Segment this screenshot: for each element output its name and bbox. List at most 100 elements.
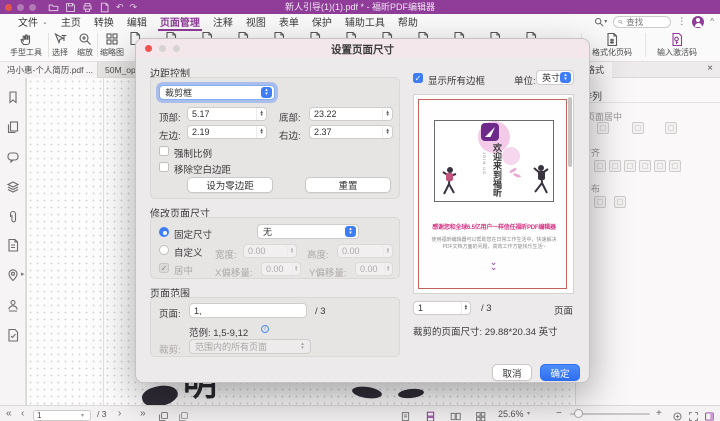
file-icon[interactable] <box>6 238 20 252</box>
align-bottom-button[interactable] <box>669 160 681 172</box>
cancel-button[interactable]: 取消 <box>492 364 532 381</box>
preview-page: JOIN US 欢迎来到福昕 <box>434 120 554 202</box>
range-group: 页面: / 3 范例: 1,5-9,12 i 裁剪: 范围内的所有页面 ▴▾ <box>150 297 400 357</box>
fullscreen-button[interactable] <box>688 409 699 421</box>
bottom-margin-label: 底部: <box>279 110 301 124</box>
close-icon[interactable]: × <box>707 63 713 74</box>
fixed-size-radio[interactable] <box>159 227 169 237</box>
zoom-slider-knob[interactable] <box>574 409 583 418</box>
panel-expand-arrow[interactable]: ▸ <box>21 270 25 278</box>
next-page-button[interactable]: › <box>118 406 121 421</box>
force-ratio-label: 强制比例 <box>174 146 212 160</box>
zoom-in-button[interactable]: + <box>656 406 662 421</box>
stepper-icon[interactable]: ▴▾ <box>256 126 266 138</box>
menu-home[interactable]: 主页 <box>61 14 81 29</box>
menu-file[interactable]: 文件 <box>18 14 38 29</box>
top-margin-field[interactable]: ▴▾ <box>187 107 267 121</box>
select-tool-button[interactable]: 选择 <box>46 32 74 58</box>
account-avatar[interactable] <box>692 16 704 28</box>
stepper-icon[interactable]: ▴▾ <box>382 108 392 120</box>
format-page-number-button[interactable]: 格式化页码 <box>585 32 639 58</box>
destinations-icon[interactable] <box>6 268 20 282</box>
width-field: ▴▾ <box>243 244 297 258</box>
stepper-icon[interactable]: ▴▾ <box>256 108 266 120</box>
center-both-button[interactable] <box>665 122 677 134</box>
force-ratio-checkbox[interactable] <box>159 146 169 156</box>
right-margin-field[interactable]: ▴▾ <box>309 125 393 139</box>
activation-code-button[interactable]: 输入激活码 <box>648 32 706 58</box>
grid-view-button[interactable] <box>475 409 486 421</box>
attachments-icon[interactable] <box>6 210 20 224</box>
bookmarks-icon[interactable] <box>6 90 20 104</box>
x-offset-field: ▴▾ <box>261 262 301 276</box>
center-horizontal-button[interactable] <box>597 122 609 134</box>
zoom-caret-icon[interactable]: ▾ <box>527 406 530 421</box>
zoom-level-label[interactable]: 25.6% <box>498 406 524 421</box>
last-page-button[interactable]: » <box>140 406 146 421</box>
unit-dropdown[interactable]: 英寸 ▴▾ <box>536 70 574 85</box>
show-borders-checkbox[interactable]: ✓ <box>413 73 423 83</box>
doc-tab-resume[interactable]: 冯小惠-个人简历.pdf ... <box>0 62 98 78</box>
validation-icon[interactable] <box>6 328 20 342</box>
distribute-vertical-button[interactable] <box>614 196 626 208</box>
search-input[interactable] <box>626 17 666 27</box>
layers-icon[interactable] <box>6 180 20 194</box>
bottom-margin-field[interactable]: ▴▾ <box>309 107 393 121</box>
align-right-button[interactable] <box>624 160 636 172</box>
search-mode-icon[interactable]: ▾ <box>594 17 607 27</box>
ok-button[interactable]: 确定 <box>540 364 580 381</box>
align-center-button[interactable] <box>609 160 621 172</box>
prev-page-button[interactable]: ‹ <box>21 406 24 421</box>
page-range-field[interactable] <box>189 303 307 318</box>
overflow-menu-icon[interactable]: ⋮ <box>677 16 686 27</box>
center-vertical-button[interactable] <box>632 122 644 134</box>
thumbnail-tool-button[interactable]: 缩略图 <box>97 32 127 58</box>
reset-button[interactable]: 重置 <box>305 177 391 193</box>
align-top-button[interactable] <box>639 160 651 172</box>
snapshot-icon[interactable] <box>158 409 169 421</box>
first-page-button[interactable]: « <box>6 406 12 421</box>
menu-convert[interactable]: 转换 <box>94 14 114 29</box>
facing-view-button[interactable] <box>450 409 461 421</box>
preview-scrollbar[interactable] <box>568 97 572 167</box>
clipboard-icon[interactable] <box>178 409 189 421</box>
comments-icon[interactable] <box>6 150 20 164</box>
menu-protect[interactable]: 保护 <box>312 14 332 29</box>
width-label: 宽度: <box>215 247 237 261</box>
collapse-ribbon-icon[interactable]: ^ <box>710 17 714 26</box>
menu-accessibility[interactable]: 辅助工具 <box>345 14 385 29</box>
panel-toggle-button[interactable] <box>704 409 715 421</box>
align-left-button[interactable] <box>594 160 606 172</box>
pages-icon[interactable] <box>6 120 20 134</box>
stepper-icon[interactable]: ▴▾ <box>461 302 470 314</box>
crop-box-outline[interactable]: JOIN US 欢迎来到福昕 感谢您和全球6.5亿用户一样信任福昕PDF编辑器 … <box>418 99 567 289</box>
box-type-dropdown[interactable]: 裁剪框 ▴▾ <box>159 85 275 100</box>
zero-margin-button[interactable]: 设为零边距 <box>187 177 273 193</box>
menu-edit[interactable]: 编辑 <box>127 14 147 29</box>
distribute-horizontal-button[interactable] <box>594 196 606 208</box>
left-margin-field[interactable]: ▴▾ <box>187 125 267 139</box>
preview-page-field[interactable]: ▴▾ <box>413 301 471 315</box>
stepper-icon[interactable]: ▴▾ <box>382 126 392 138</box>
remove-blank-checkbox[interactable] <box>159 162 169 172</box>
menu-view[interactable]: 视图 <box>246 14 266 29</box>
continuous-view-button[interactable] <box>425 409 436 421</box>
info-icon[interactable]: i <box>261 325 269 333</box>
hand-icon <box>19 32 33 46</box>
divider <box>576 102 720 103</box>
menu-form[interactable]: 表单 <box>279 14 299 29</box>
align-middle-button[interactable] <box>654 160 666 172</box>
fixed-size-dropdown[interactable]: 无 ▴▾ <box>257 224 359 239</box>
fit-page-button[interactable] <box>672 409 683 421</box>
leaf-decor <box>513 173 522 179</box>
menu-page-management[interactable]: 页面管理 <box>160 14 200 29</box>
hand-tool-button[interactable]: 手型工具 <box>6 32 46 58</box>
zoom-tool-button[interactable]: 缩放 <box>72 32 98 58</box>
single-page-view-button[interactable] <box>400 409 411 421</box>
menu-help[interactable]: 帮助 <box>398 14 418 29</box>
signature-icon[interactable] <box>6 298 20 312</box>
zoom-out-button[interactable]: − <box>556 406 562 421</box>
page-number-input[interactable] <box>37 411 81 420</box>
menu-comment[interactable]: 注释 <box>213 14 233 29</box>
custom-size-radio[interactable] <box>159 245 169 255</box>
